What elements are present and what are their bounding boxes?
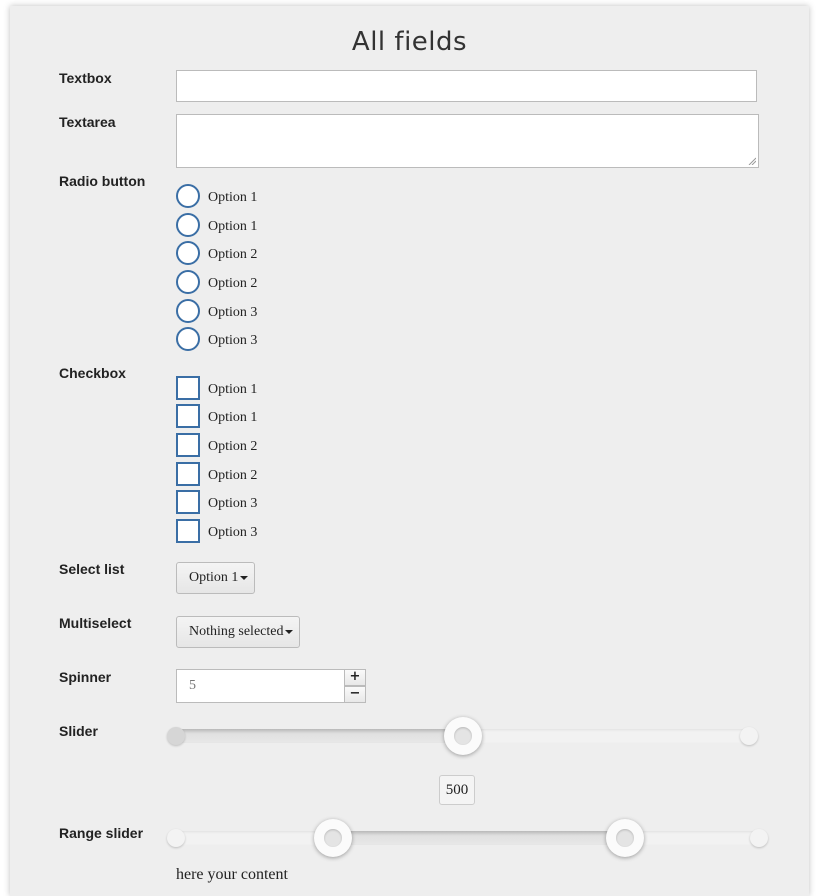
radio-option-label: Option 1 bbox=[208, 219, 258, 234]
select-label: Select list bbox=[59, 561, 125, 577]
multiselect-value: Nothing selected bbox=[189, 624, 284, 639]
textarea-label: Textarea bbox=[59, 114, 116, 130]
spinner-decrement-button[interactable]: − bbox=[344, 686, 366, 703]
slider-label: Slider bbox=[59, 723, 98, 739]
spinner-label: Spinner bbox=[59, 669, 112, 685]
range-slider-high-handle[interactable] bbox=[605, 819, 644, 857]
resize-grip-icon[interactable] bbox=[748, 157, 756, 165]
checkbox-square-icon[interactable] bbox=[176, 433, 200, 457]
textarea-input[interactable] bbox=[176, 114, 759, 168]
slider-max-dot bbox=[740, 727, 758, 745]
radio-circle-icon[interactable] bbox=[176, 184, 200, 208]
checkbox-square-icon[interactable] bbox=[176, 490, 200, 514]
caret-down-icon bbox=[240, 575, 249, 580]
slider-value-display: 500 bbox=[439, 775, 475, 805]
textbox-label: Textbox bbox=[59, 70, 112, 86]
checkbox-label: Checkbox bbox=[59, 365, 126, 381]
slider-min-dot bbox=[167, 727, 185, 745]
checkbox-square-icon[interactable] bbox=[176, 376, 200, 400]
slider-fill bbox=[176, 729, 463, 743]
radio-circle-icon[interactable] bbox=[176, 270, 200, 294]
radio-option-label: Option 2 bbox=[208, 247, 258, 262]
radio-option-label: Option 2 bbox=[208, 276, 258, 291]
range-slider-min-dot bbox=[167, 829, 185, 847]
checkbox-square-icon[interactable] bbox=[176, 519, 200, 543]
spinner-input[interactable]: 5 bbox=[176, 669, 346, 703]
radio-circle-icon[interactable] bbox=[176, 213, 200, 237]
radio-circle-icon[interactable] bbox=[176, 241, 200, 265]
checkbox-option-label: Option 2 bbox=[208, 439, 258, 454]
checkbox-option-label: Option 1 bbox=[208, 410, 258, 425]
range-slider-max-dot bbox=[750, 829, 768, 847]
radio-label: Radio button bbox=[59, 173, 146, 189]
checkbox-square-icon[interactable] bbox=[176, 462, 200, 486]
multiselect-dropdown[interactable]: Nothing selected bbox=[176, 616, 301, 648]
radio-option-label: Option 3 bbox=[208, 305, 258, 320]
radio-circle-icon[interactable] bbox=[176, 299, 200, 323]
radio-option-label: Option 3 bbox=[208, 333, 258, 348]
radio-circle-icon[interactable] bbox=[176, 327, 200, 351]
content-text: here your content bbox=[176, 866, 288, 883]
checkbox-option-label: Option 3 bbox=[208, 525, 258, 540]
checkbox-option-label: Option 2 bbox=[208, 468, 258, 483]
checkbox-option-label: Option 3 bbox=[208, 496, 258, 511]
caret-down-icon bbox=[285, 629, 294, 634]
slider-handle[interactable] bbox=[443, 717, 482, 755]
range-slider-fill bbox=[333, 831, 625, 845]
spinner-increment-button[interactable]: + bbox=[344, 669, 366, 686]
form-title: All fields bbox=[351, 27, 468, 57]
range-slider-label: Range slider bbox=[59, 825, 144, 841]
textbox-input[interactable] bbox=[176, 70, 757, 102]
select-value: Option 1 bbox=[189, 570, 239, 585]
radio-option-label: Option 1 bbox=[208, 190, 258, 205]
checkbox-square-icon[interactable] bbox=[176, 404, 200, 428]
select-dropdown[interactable]: Option 1 bbox=[176, 562, 256, 594]
checkbox-option-label: Option 1 bbox=[208, 382, 258, 397]
multiselect-label: Multiselect bbox=[59, 615, 132, 631]
